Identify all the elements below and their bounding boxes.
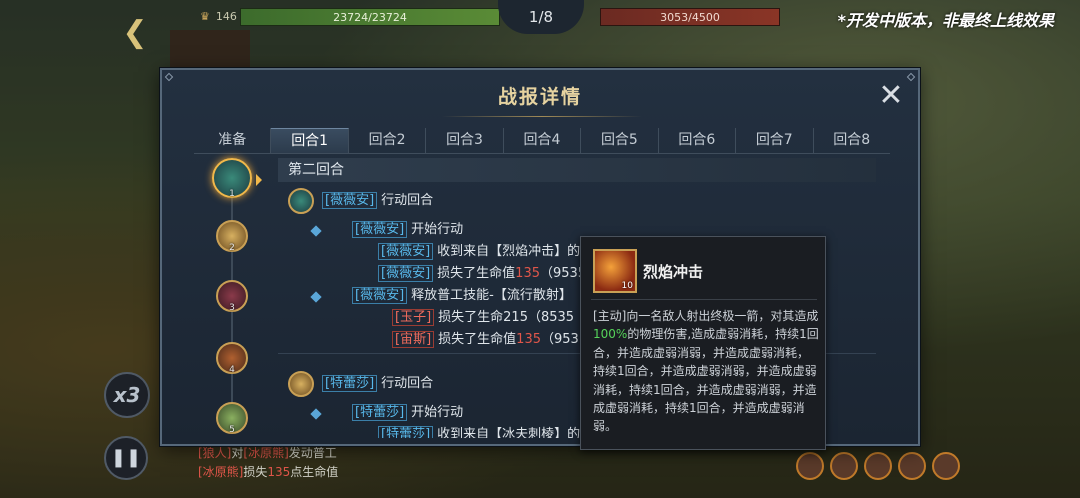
- round-header: 第二回合: [278, 158, 876, 182]
- ally-hp-bar: 23724/23724: [240, 8, 500, 26]
- hero-portrait[interactable]: [864, 452, 892, 480]
- corner-ornament: [906, 72, 916, 82]
- tab-round-2[interactable]: 回合2: [349, 128, 427, 153]
- hero-portrait[interactable]: [898, 452, 926, 480]
- enemy-hp-bar: 3053/4500: [600, 8, 780, 26]
- tab-round-5[interactable]: 回合5: [581, 128, 659, 153]
- pause-icon: ❚❚: [110, 447, 142, 468]
- dialog-title: 战报详情: [497, 86, 582, 108]
- dev-version-notice: *开发中版本，非最终上线效果: [837, 11, 1054, 30]
- log-line: [薇薇安] 收到来自【烈焰冲击】的: [378, 243, 580, 261]
- tab-round-8[interactable]: 回合8: [814, 128, 890, 153]
- team-portraits: [796, 452, 960, 480]
- actor-avatar: [288, 188, 314, 214]
- back-button[interactable]: ❮: [112, 16, 158, 50]
- turn-order-column: 1 2 3 4 5: [208, 158, 262, 448]
- log-line: [特蕾莎] 收到来自【冰夫刺棱】的: [378, 426, 580, 438]
- actor-turn-line: [特蕾莎] 行动回合: [322, 375, 433, 393]
- close-icon: ✕: [878, 78, 904, 113]
- tab-round-1[interactable]: 回合1: [271, 128, 349, 153]
- bullet-icon: [310, 291, 322, 303]
- feed-line: [冰原熊]损失135点生命值: [198, 465, 339, 479]
- skill-name: 烈焰冲击: [643, 263, 704, 281]
- tab-round-4[interactable]: 回合4: [504, 128, 582, 153]
- tab-round-6[interactable]: 回合6: [659, 128, 737, 153]
- pause-button[interactable]: ❚❚: [104, 436, 148, 480]
- back-arrow-icon: ❮: [122, 15, 148, 50]
- top-bar: ♛ 146 23724/23724 1/8 3053/4500 *开发中版本，非最…: [0, 0, 1080, 34]
- tab-round-7[interactable]: 回合7: [736, 128, 814, 153]
- skill-description: [主动]向一名敌人射出终极一箭，对其造成100%的物理伤害,造成虚弱消耗，持续1…: [593, 309, 819, 434]
- hero-portrait[interactable]: [796, 452, 824, 480]
- speed-button[interactable]: x3: [104, 372, 150, 418]
- enemy-hp-text: 3053/4500: [660, 11, 720, 24]
- actor-avatar: [288, 371, 314, 397]
- hero-portrait[interactable]: [830, 452, 858, 480]
- tab-prepare[interactable]: 准备: [194, 128, 272, 153]
- log-line: [宙斯] 损失了生命值135（953: [392, 331, 579, 349]
- title-divider: [442, 116, 642, 117]
- round-tabs: 准备 回合1 回合2 回合3 回合4 回合5 回合6 回合7 回合8: [194, 128, 890, 154]
- turn-portrait-4[interactable]: 4: [216, 342, 248, 375]
- log-line: [薇薇安] 释放普工技能-【流行散射】: [352, 287, 572, 305]
- turn-portrait-1[interactable]: 1: [212, 158, 262, 199]
- tab-round-3[interactable]: 回合3: [426, 128, 504, 153]
- bullet-icon: [310, 225, 322, 237]
- flame-strike-icon: 10: [593, 249, 637, 293]
- actor-turn-line: [薇薇安] 行动回合: [322, 192, 433, 210]
- skill-tooltip: 10 烈焰冲击 [主动]向一名敌人射出终极一箭，对其造成100%的物理伤害,造成…: [580, 236, 826, 450]
- tooltip-divider: [591, 299, 817, 300]
- close-button[interactable]: ✕: [876, 81, 906, 112]
- turn-portrait-5[interactable]: 5: [216, 402, 248, 435]
- log-line: [薇薇安] 损失了生命值135（9535: [378, 265, 586, 283]
- coin-icon: ♛: [200, 10, 210, 23]
- turn-portrait-2[interactable]: 2: [216, 220, 248, 253]
- log-line: [玉子] 损失了生命215（8535: [392, 309, 574, 327]
- log-line: [特蕾莎] 开始行动: [352, 404, 463, 422]
- bullet-icon: [310, 408, 322, 420]
- battle-log-feed: [狼人]对[冰原熊]发动普工 [冰原熊]损失135点生命值: [198, 444, 338, 482]
- coin-counter: ♛ 146: [200, 10, 237, 23]
- ally-hp-text: 23724/23724: [333, 11, 407, 24]
- log-line: [薇薇安] 开始行动: [352, 221, 463, 239]
- corner-ornament: [164, 72, 174, 82]
- turn-portrait-3[interactable]: 3: [216, 280, 248, 313]
- round-counter: 1/8: [498, 0, 584, 34]
- hero-portrait[interactable]: [932, 452, 960, 480]
